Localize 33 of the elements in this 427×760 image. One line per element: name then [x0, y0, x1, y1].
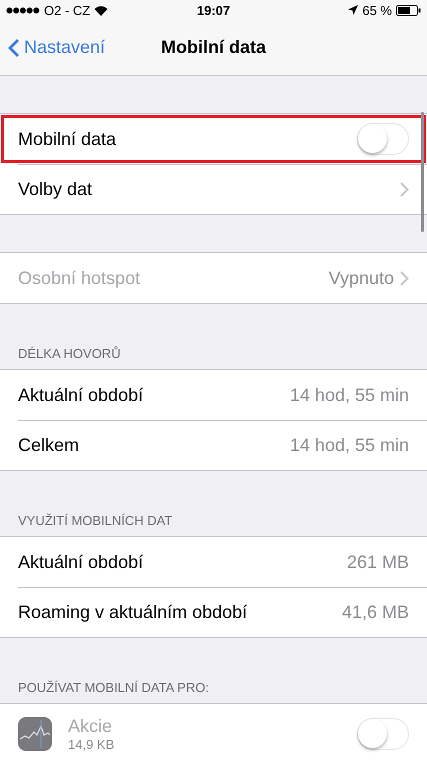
row-label: Aktuální období — [18, 552, 144, 572]
row-value: 14 hod, 55 min — [290, 384, 409, 406]
nav-title: Mobilní data — [161, 37, 266, 58]
chevron-icon — [400, 182, 409, 196]
row-label: Mobilní data — [18, 128, 118, 150]
signal-icon — [6, 6, 40, 14]
toggle-switch[interactable] — [357, 123, 409, 155]
chevron-icon — [400, 270, 409, 286]
row-label: Roaming v aktuálním období — [18, 602, 248, 622]
stocks-app-icon — [18, 717, 52, 751]
section-header: POUŽÍVAT MOBILNÍ DATA PRO: — [18, 680, 209, 695]
wifi-icon — [94, 4, 108, 16]
toggle-switch[interactable] — [357, 718, 409, 750]
row-label: Aktuální období — [18, 384, 144, 406]
row-label: Volby dat — [18, 178, 94, 200]
app-name: Akcie — [68, 716, 114, 737]
back-chevron-icon — [8, 38, 20, 58]
section-header: VYUŽITÍ MOBILNÍCH DAT — [18, 513, 172, 528]
clock: 19:07 — [196, 2, 230, 18]
settings-row[interactable]: Volby dat — [0, 164, 427, 214]
row-value: 41,6 MB — [342, 602, 409, 622]
data-usage: 14,9 KB — [68, 737, 116, 752]
carrier-name: O2 - CZ — [44, 2, 90, 18]
back-button[interactable]: Nastavení — [8, 20, 106, 75]
row-label: Celkem — [18, 434, 80, 456]
battery-icon — [396, 4, 421, 16]
row-value: 261 MB — [346, 552, 409, 572]
battery-percent: 65 % — [362, 2, 392, 18]
location-arrow-icon — [348, 5, 358, 15]
section-header: DÉLKA HOVORŮ — [18, 346, 121, 361]
row-value: 14 hod, 55 min — [290, 434, 409, 456]
row-label: Osobní hotspot — [18, 268, 142, 288]
row-value: Vypnuto — [328, 268, 394, 288]
